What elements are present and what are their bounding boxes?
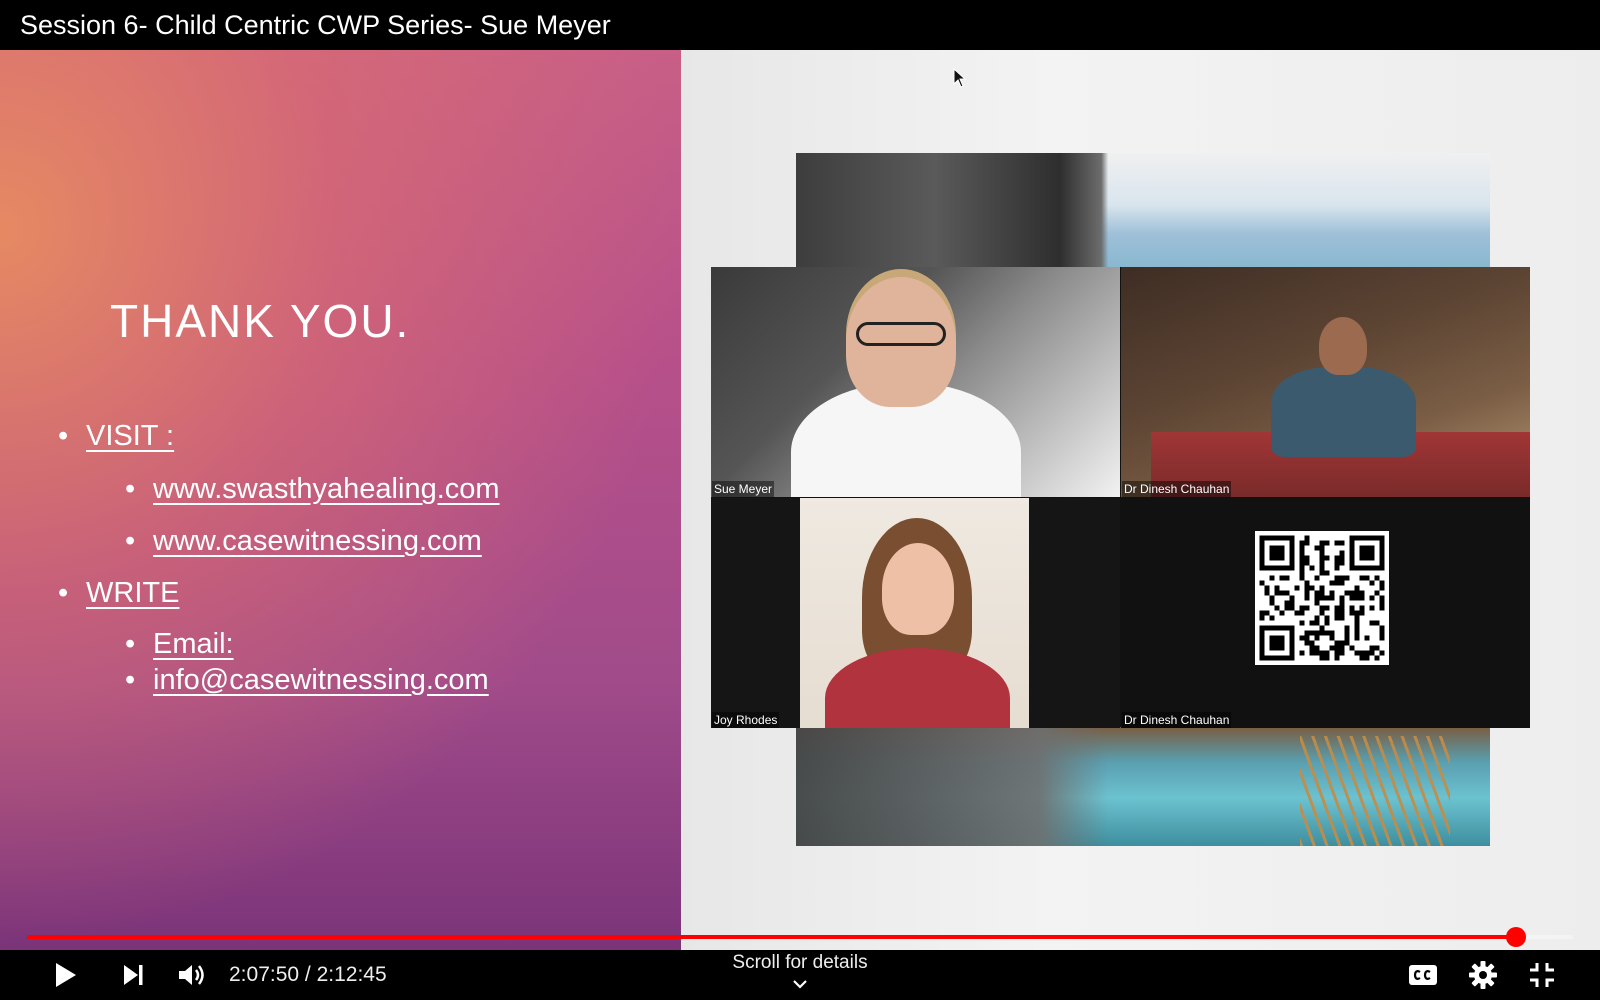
- qr-code-icon: [1255, 531, 1389, 665]
- slide-link-swasthyahealing: www.swasthyahealing.com: [125, 473, 500, 506]
- exit-fullscreen-button[interactable]: [1521, 954, 1563, 996]
- scrubber-handle[interactable]: [1505, 927, 1526, 947]
- volume-icon: [179, 965, 204, 985]
- captions-button[interactable]: [1402, 954, 1444, 996]
- participant-figure: [825, 648, 1010, 728]
- gear-icon: [1469, 961, 1497, 989]
- artwork-top: [796, 153, 1490, 268]
- play-button[interactable]: [44, 954, 86, 996]
- participant-name-label: Sue Meyer: [712, 481, 775, 497]
- participant-figure: [1271, 367, 1416, 457]
- volume-button[interactable]: [170, 954, 212, 996]
- slide-email-address: info@casewitnessing.com: [125, 664, 489, 697]
- duration: 2:12:45: [316, 963, 387, 986]
- video-call-grid: Sue Meyer Dr Dinesh Chauhan Joy Rhodes D…: [711, 267, 1530, 728]
- play-icon: [56, 963, 76, 987]
- slide-heading: THANK YOU.: [110, 295, 411, 347]
- current-time: 2:07:50: [229, 963, 300, 986]
- next-button[interactable]: [112, 954, 154, 996]
- settings-button[interactable]: [1462, 954, 1504, 996]
- exit-fullscreen-icon: [1530, 963, 1554, 987]
- mouse-cursor-icon: [953, 67, 967, 88]
- participant-name-label: Dr Dinesh Chauhan: [1122, 481, 1232, 497]
- chevron-down-icon: [700, 974, 900, 994]
- participant-tile-qr: Dr Dinesh Chauhan: [1121, 498, 1530, 728]
- video-player[interactable]: Session 6- Child Centric CWP Series- Sue…: [0, 0, 1600, 1000]
- slide-text-panel: THANK YOU. VISIT : www.swasthyahealing.c…: [0, 50, 681, 950]
- participant-tile-sue: Sue Meyer: [711, 267, 1120, 497]
- participant-face: [882, 543, 954, 635]
- glasses: [856, 322, 946, 346]
- participant-face: [1319, 317, 1367, 375]
- time-separator: /: [299, 963, 317, 986]
- slide-link-casewitnessing: www.casewitnessing.com: [125, 525, 482, 558]
- participant-tile-dinesh: Dr Dinesh Chauhan: [1121, 267, 1530, 497]
- player-controls: 2:07:50 / 2:12:45 Scroll for details: [0, 950, 1600, 1000]
- participant-name-label: Dr Dinesh Chauhan: [1122, 712, 1232, 728]
- slide-bullet-write: WRITE: [58, 577, 180, 610]
- progress-bar[interactable]: [27, 927, 1573, 947]
- next-icon: [124, 965, 143, 985]
- scroll-hint-label: Scroll for details: [732, 952, 868, 973]
- progress-played: [27, 935, 1516, 939]
- slide-email-label: Email:: [125, 628, 233, 661]
- scroll-for-details-button[interactable]: Scroll for details: [700, 950, 900, 994]
- time-display: 2:07:50 / 2:12:45: [229, 950, 387, 1000]
- artwork-bottom: [796, 726, 1490, 846]
- participant-name-label: Joy Rhodes: [712, 712, 780, 728]
- video-title: Session 6- Child Centric CWP Series- Sue…: [0, 0, 1600, 50]
- captions-icon: [1409, 965, 1437, 985]
- slide-bullet-visit: VISIT :: [58, 420, 174, 453]
- participant-tile-joy: Joy Rhodes: [711, 498, 1120, 728]
- participant-photo: [800, 498, 1029, 728]
